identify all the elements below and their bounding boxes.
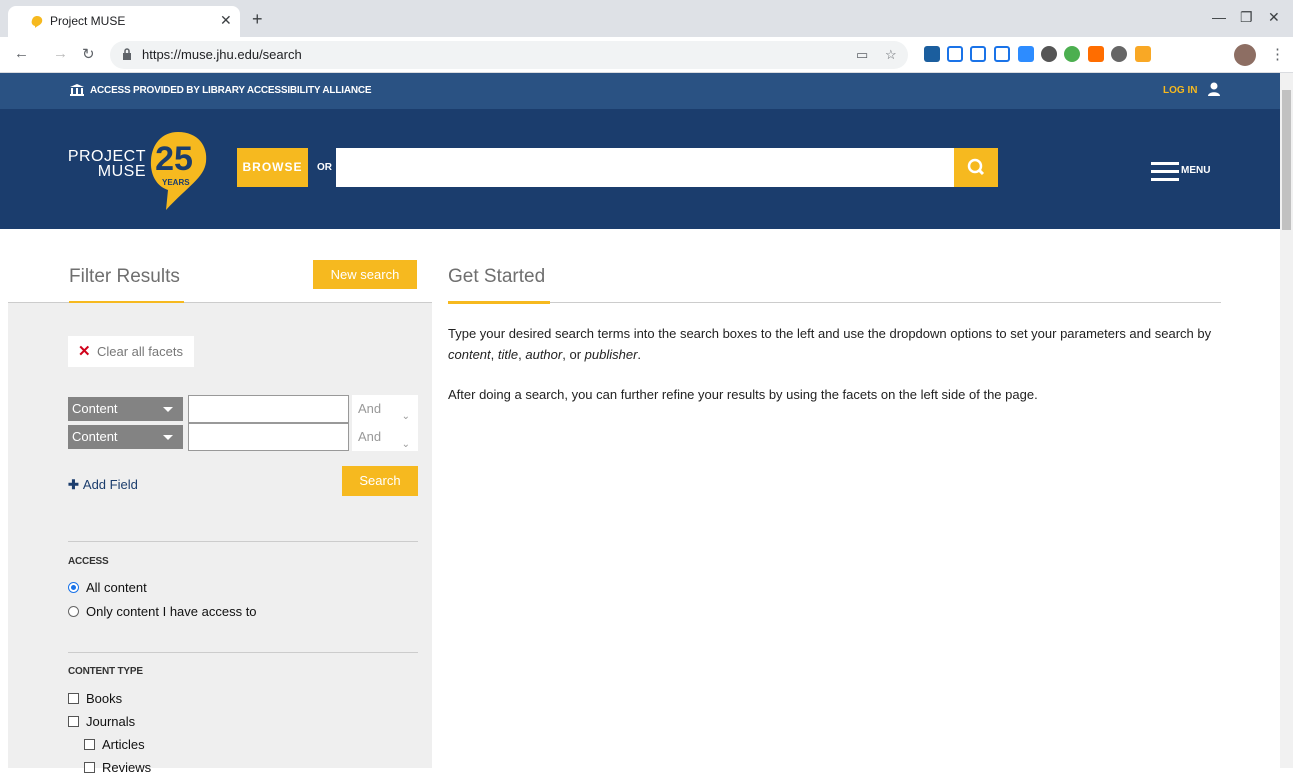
svg-text:YEARS: YEARS: [162, 178, 190, 187]
bookmark-star-icon[interactable]: ☆: [885, 47, 897, 63]
caret-down-icon: [163, 407, 173, 412]
site-search-button[interactable]: [954, 148, 998, 187]
tab-close-icon[interactable]: ✕: [220, 12, 232, 29]
close-window-icon[interactable]: ✕: [1268, 9, 1280, 26]
extension-icon[interactable]: [1041, 46, 1057, 62]
restore-icon[interactable]: ❐: [1240, 9, 1253, 26]
boolean-operator-select[interactable]: And ⌄: [352, 395, 418, 423]
minimize-icon[interactable]: —: [1212, 9, 1226, 25]
extension-icon[interactable]: [924, 46, 940, 62]
extension-icon[interactable]: [1111, 46, 1127, 62]
extension-icon[interactable]: [1135, 46, 1151, 62]
divider: [68, 652, 418, 653]
heading-underline: [448, 301, 550, 304]
zoom-extension-icon[interactable]: [1018, 46, 1034, 62]
extension-icon[interactable]: [994, 46, 1010, 62]
institution-icon: [70, 84, 84, 96]
anniversary-logo-icon: 25 YEARS: [150, 132, 207, 210]
cast-icon[interactable]: ▭: [856, 47, 868, 63]
caret-down-icon: [163, 435, 173, 440]
scrollbar-thumb[interactable]: [1282, 90, 1291, 230]
project-muse-logo[interactable]: PROJECT MUSE: [66, 149, 146, 180]
tab-title: Project MUSE: [50, 14, 126, 28]
checkbox[interactable]: [68, 716, 79, 727]
lock-icon: [123, 48, 131, 60]
url-text: https://muse.jhu.edu/search: [142, 47, 302, 62]
or-label: OR: [317, 162, 332, 173]
clear-icon: ✕: [78, 343, 91, 360]
login-link[interactable]: LOG IN: [1163, 85, 1197, 96]
access-facet-heading: ACCESS: [68, 556, 109, 567]
browser-toolbar: ← → ↻ https://muse.jhu.edu/search ▭ ☆ ⋮: [0, 37, 1293, 73]
add-field-link[interactable]: ✚ Add Field: [68, 477, 138, 493]
browse-button[interactable]: BROWSE: [237, 148, 308, 187]
forward-icon[interactable]: →: [53, 45, 68, 62]
get-started-heading: Get Started: [448, 266, 546, 287]
browser-tab[interactable]: Project MUSE ✕: [8, 6, 240, 37]
divider: [448, 302, 1221, 303]
site-search-input[interactable]: [336, 148, 954, 187]
search-icon: [967, 158, 985, 176]
svg-text:25: 25: [155, 140, 193, 178]
chevron-down-icon: ⌄: [401, 439, 410, 450]
search-term-input[interactable]: [188, 395, 349, 423]
extension-icon[interactable]: [947, 46, 963, 62]
extension-icon[interactable]: [1088, 46, 1104, 62]
content-type-facet-heading: CONTENT TYPE: [68, 666, 143, 677]
search-button[interactable]: Search: [342, 466, 418, 496]
filter-results-heading: Filter Results: [69, 266, 180, 287]
access-bar: ACCESS PROVIDED BY LIBRARY ACCESSIBILITY…: [0, 73, 1280, 109]
new-tab-icon[interactable]: +: [252, 9, 263, 30]
refine-paragraph: After doing a search, you can further re…: [448, 387, 1038, 402]
radio-unselected[interactable]: [68, 606, 79, 617]
checkbox[interactable]: [84, 739, 95, 750]
extension-icon[interactable]: [1064, 46, 1080, 62]
access-provider-text: ACCESS PROVIDED BY LIBRARY ACCESSIBILITY…: [90, 85, 372, 96]
back-icon[interactable]: ←: [14, 45, 29, 62]
plus-icon: ✚: [68, 477, 79, 492]
instructions-paragraph: Type your desired search terms into the …: [448, 326, 1212, 362]
browser-menu-icon[interactable]: ⋮: [1270, 45, 1285, 63]
page-scrollbar[interactable]: [1280, 73, 1293, 768]
hamburger-icon: [1151, 162, 1179, 181]
profile-avatar[interactable]: [1234, 44, 1256, 66]
checkbox[interactable]: [68, 693, 79, 704]
clear-all-facets-button[interactable]: ✕ Clear all facets: [68, 336, 194, 367]
address-bar[interactable]: https://muse.jhu.edu/search ▭ ☆: [110, 41, 908, 69]
field-type-select[interactable]: Content: [68, 425, 183, 449]
new-search-button[interactable]: New search: [313, 260, 417, 289]
field-type-select[interactable]: Content: [68, 397, 183, 421]
site-header: PROJECT MUSE 25 YEARS BROWSE OR MENU: [0, 109, 1280, 229]
user-icon[interactable]: [1208, 82, 1220, 96]
radio-selected[interactable]: [68, 582, 79, 593]
project-muse-favicon-icon: [31, 16, 43, 28]
search-term-input[interactable]: [188, 423, 349, 451]
menu-label: MENU: [1181, 165, 1211, 176]
divider: [68, 541, 418, 542]
extension-icon[interactable]: [970, 46, 986, 62]
browser-tab-strip: Project MUSE ✕ + — ❐ ✕: [0, 0, 1293, 37]
boolean-operator-select[interactable]: And ⌄: [352, 423, 418, 451]
reload-icon[interactable]: ↻: [82, 45, 95, 63]
